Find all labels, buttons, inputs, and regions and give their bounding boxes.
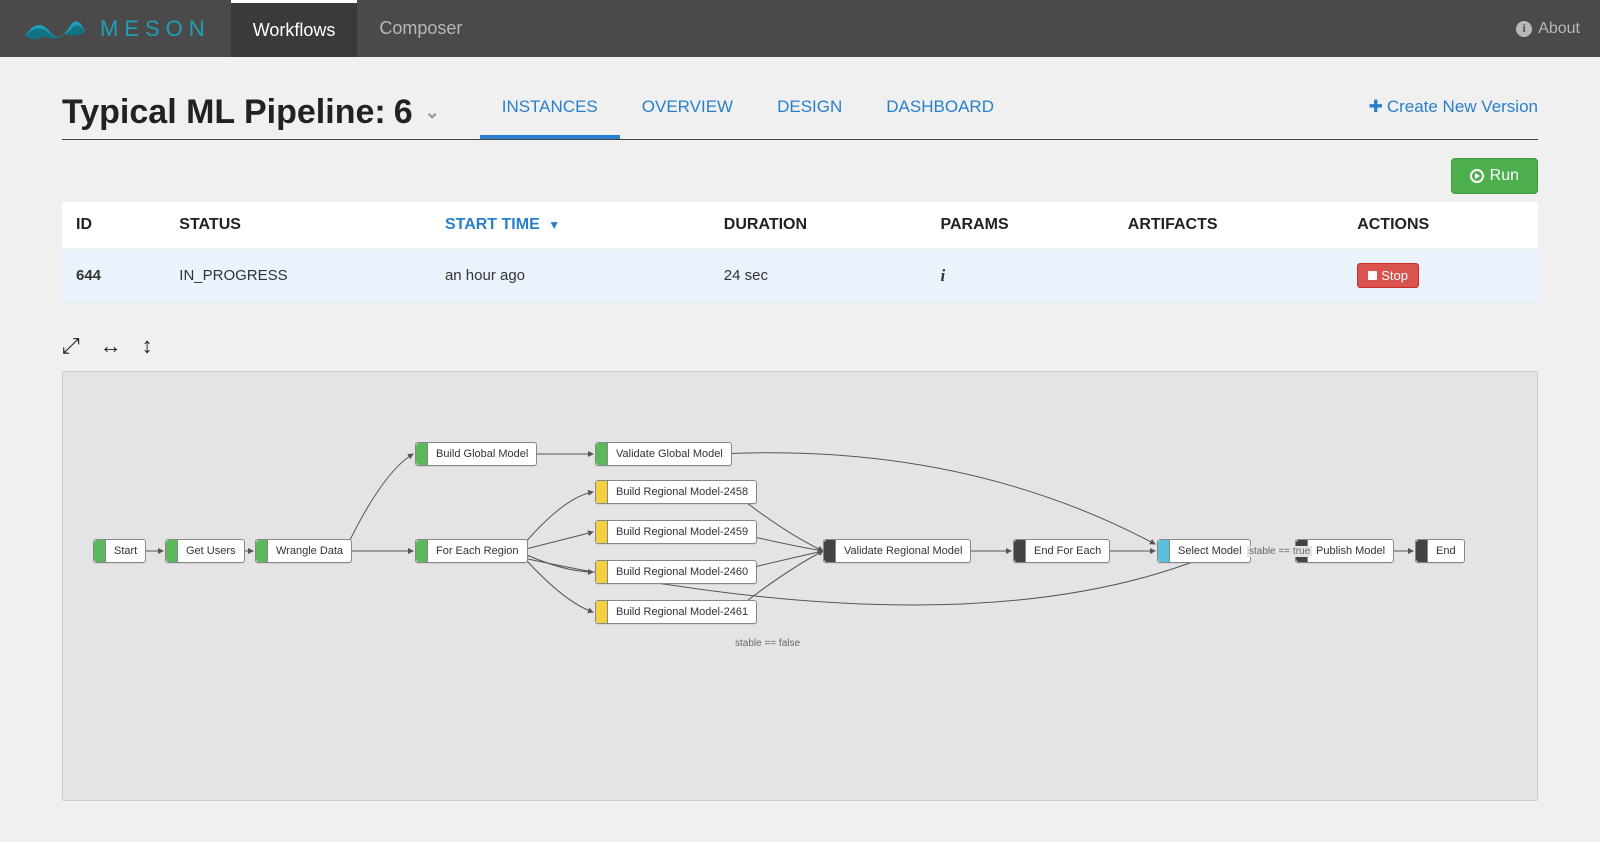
node-build-regional-2459[interactable]: Build Regional Model-2459 [595, 520, 757, 544]
play-icon [1470, 169, 1484, 183]
node-select-model[interactable]: Select Model [1157, 539, 1251, 563]
col-artifacts[interactable]: ARTIFACTS [1114, 202, 1343, 249]
params-info-icon[interactable]: i [940, 266, 945, 285]
edge-label-stable-true: stable == true [1247, 546, 1312, 557]
nav-tab-composer[interactable]: Composer [357, 0, 484, 57]
node-wrangle-data[interactable]: Wrangle Data [255, 539, 352, 563]
cell-duration: 24 sec [710, 249, 927, 303]
sub-tabs: INSTANCES OVERVIEW DESIGN DASHBOARD [480, 85, 1016, 139]
controls-row: Run [62, 140, 1538, 202]
stop-icon [1368, 271, 1377, 280]
table-row[interactable]: 644 IN_PROGRESS an hour ago 24 sec i Sto… [62, 249, 1538, 303]
node-build-regional-2461[interactable]: Build Regional Model-2461 [595, 600, 757, 624]
workflow-header: Typical ML Pipeline: 6 ⌄ INSTANCES OVERV… [62, 57, 1538, 140]
node-validate-regional-model[interactable]: Validate Regional Model [823, 539, 971, 563]
workflow-version: 6 [394, 93, 413, 132]
about-link[interactable]: i About [1516, 20, 1580, 38]
col-duration[interactable]: DURATION [710, 202, 927, 249]
edge-label-stable-false: stable == false [733, 638, 802, 649]
stop-label: Stop [1381, 268, 1408, 283]
col-params[interactable]: PARAMS [926, 202, 1113, 249]
plus-icon: ✚ [1369, 97, 1383, 117]
workflow-diagram-canvas[interactable]: Start Get Users Wrangle Data Build Globa… [62, 371, 1538, 801]
cell-actions: Stop [1343, 249, 1538, 303]
create-new-version-button[interactable]: ✚ Create New Version [1369, 97, 1538, 127]
tab-overview[interactable]: OVERVIEW [620, 85, 755, 139]
col-actions[interactable]: ACTIONS [1343, 202, 1538, 249]
node-build-regional-2458[interactable]: Build Regional Model-2458 [595, 480, 757, 504]
workflow-title: Typical ML Pipeline: 6 ⌄ [62, 93, 440, 132]
stop-button[interactable]: Stop [1357, 263, 1419, 288]
instances-table: ID STATUS START TIME ▼ DURATION PARAMS A… [62, 202, 1538, 303]
node-get-users[interactable]: Get Users [165, 539, 245, 563]
node-for-each-region[interactable]: For Each Region [415, 539, 528, 563]
brand-logo: meson [20, 14, 211, 44]
fit-horizontal-icon[interactable]: ↔ [100, 333, 122, 359]
cell-status: IN_PROGRESS [165, 249, 431, 303]
top-nav-tabs: Workflows Composer [231, 0, 485, 57]
node-start[interactable]: Start [93, 539, 146, 563]
node-validate-global-model[interactable]: Validate Global Model [595, 442, 732, 466]
cell-id: 644 [62, 249, 165, 303]
fit-vertical-icon[interactable]: ↕ [142, 333, 153, 359]
node-end[interactable]: End [1415, 539, 1465, 563]
about-label: About [1538, 20, 1580, 38]
run-button[interactable]: Run [1451, 158, 1538, 194]
diagram-edges [63, 372, 1537, 800]
top-navbar: meson Workflows Composer i About [0, 0, 1600, 57]
workflow-name: Typical ML Pipeline: [62, 93, 386, 132]
col-start-time[interactable]: START TIME ▼ [431, 202, 710, 249]
cell-artifacts [1114, 249, 1343, 303]
node-build-global-model[interactable]: Build Global Model [415, 442, 537, 466]
logo-wave-icon [20, 14, 90, 44]
info-icon: i [1516, 21, 1532, 37]
tab-dashboard[interactable]: DASHBOARD [864, 85, 1016, 139]
sort-desc-icon: ▼ [548, 218, 560, 232]
run-label: Run [1490, 167, 1519, 185]
node-end-for-each[interactable]: End For Each [1013, 539, 1110, 563]
create-version-label: Create New Version [1387, 97, 1538, 117]
tab-design[interactable]: DESIGN [755, 85, 864, 139]
brand-name: meson [100, 16, 211, 42]
col-status[interactable]: STATUS [165, 202, 431, 249]
fit-screen-icon[interactable]: ⤢ [62, 333, 80, 359]
tab-instances[interactable]: INSTANCES [480, 85, 620, 139]
nav-tab-workflows[interactable]: Workflows [231, 0, 358, 57]
table-header-row: ID STATUS START TIME ▼ DURATION PARAMS A… [62, 202, 1538, 249]
node-build-regional-2460[interactable]: Build Regional Model-2460 [595, 560, 757, 584]
col-id[interactable]: ID [62, 202, 165, 249]
cell-start: an hour ago [431, 249, 710, 303]
version-dropdown-icon[interactable]: ⌄ [425, 102, 440, 123]
cell-params: i [926, 249, 1113, 303]
diagram-toolbar: ⤢ ↔ ↕ [62, 303, 1538, 371]
